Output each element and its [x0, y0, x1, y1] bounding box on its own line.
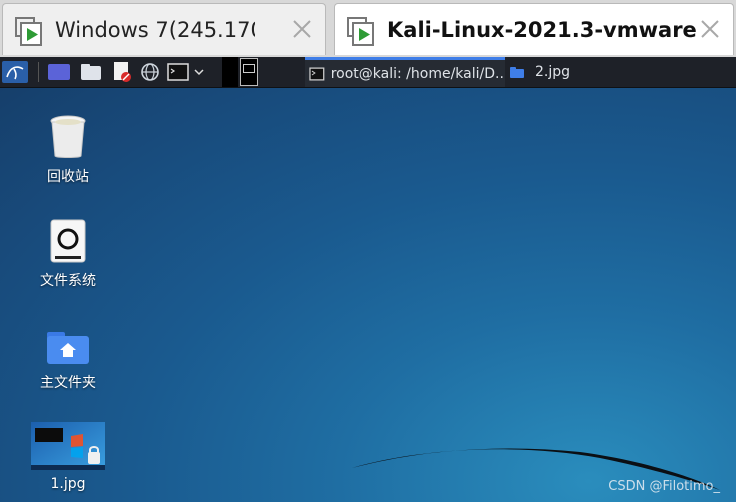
- vmware-tab-bar: Windows 7(245.170) Kali-Linux-2021.3-vmw…: [0, 0, 736, 57]
- terminal-icon: [243, 64, 255, 73]
- close-icon[interactable]: [291, 18, 313, 40]
- desktop-icon-trash[interactable]: 回收站: [23, 112, 113, 186]
- close-icon[interactable]: [699, 18, 721, 40]
- task-label: 2.jpg: [535, 64, 571, 80]
- vm-play-icon: [15, 17, 42, 46]
- kali-menu-icon[interactable]: [2, 61, 28, 83]
- vm-tab-title: Kali-Linux-2021.3-vmware-...: [387, 18, 697, 42]
- show-desktop-icon[interactable]: [46, 61, 72, 83]
- watermark: CSDN @Filotimo_: [608, 479, 720, 494]
- taskbar-image[interactable]: 2.jpg: [509, 57, 599, 87]
- folder-icon: [510, 66, 524, 78]
- image-thumbnail-icon: [23, 422, 113, 470]
- chevron-down-icon[interactable]: [192, 61, 206, 83]
- icon-label: 回收站: [47, 169, 89, 185]
- desktop-icon-filesystem[interactable]: 文件系统: [23, 216, 113, 290]
- icon-label: 1.jpg: [50, 476, 86, 492]
- vm-play-icon: [347, 17, 374, 46]
- file-manager-icon[interactable]: [78, 61, 104, 83]
- taskbar-terminal[interactable]: root@kali: /home/kali/D...: [305, 57, 505, 87]
- drive-icon: [23, 216, 113, 264]
- vm-tab-kali[interactable]: Kali-Linux-2021.3-vmware-...: [334, 3, 734, 55]
- vm-tab-windows7[interactable]: Windows 7(245.170): [2, 3, 326, 55]
- workspace-2[interactable]: [240, 58, 258, 86]
- icon-label: 主文件夹: [40, 375, 96, 391]
- icon-label: 文件系统: [40, 273, 96, 289]
- desktop-icon-home-folder[interactable]: 主文件夹: [23, 322, 113, 392]
- panel-separator: [38, 62, 39, 82]
- workspace-1[interactable]: [222, 57, 238, 87]
- trash-icon: [23, 112, 113, 160]
- browser-icon[interactable]: [138, 61, 162, 83]
- desktop-icon-image[interactable]: 1.jpg: [23, 422, 113, 492]
- task-label: root@kali: /home/kali/D...: [330, 65, 505, 82]
- terminal-icon[interactable]: [166, 61, 190, 83]
- kali-panel: root@kali: /home/kali/D... 2.jpg: [0, 57, 736, 88]
- home-folder-icon: [23, 322, 113, 366]
- terminal-icon: [309, 66, 325, 81]
- text-editor-icon[interactable]: [110, 61, 134, 83]
- desktop[interactable]: 回收站 文件系统 主文件夹 1.jpg CSDN @Filotimo_: [0, 88, 736, 502]
- vm-tab-title: Windows 7(245.170): [55, 18, 255, 42]
